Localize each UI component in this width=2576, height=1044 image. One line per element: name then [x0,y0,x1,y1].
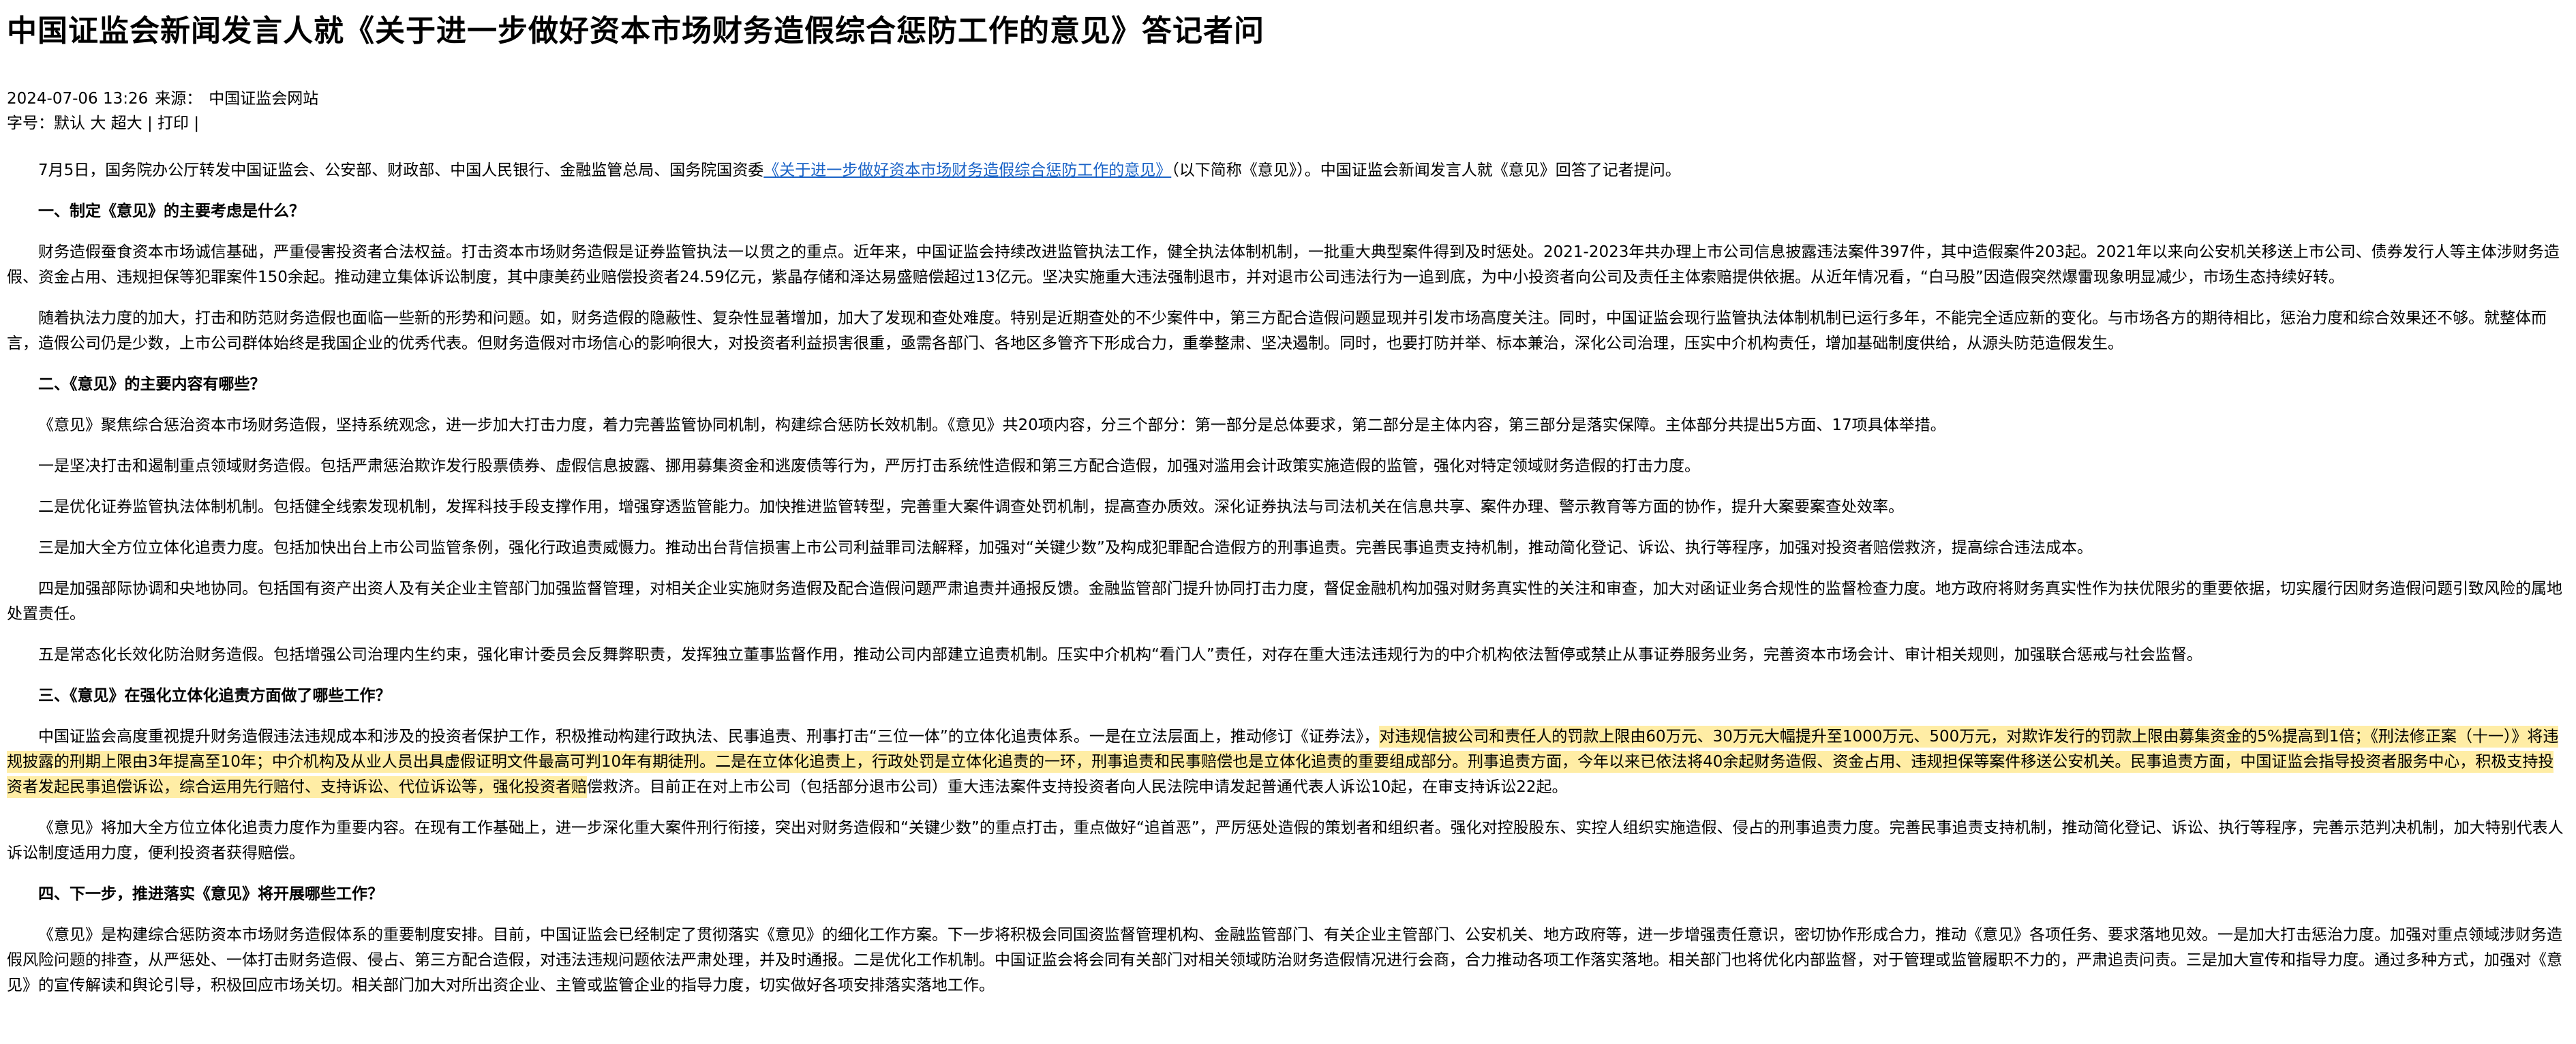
date-source-line: 2024-07-06 13:26 来源： 中国证监会网站 [7,86,2569,112]
publish-date: 2024-07-06 13:26 [7,90,149,108]
paragraph: 四是加强部际协调和央地协同。包括国有资产出资人及有关企业主管部门加强监督管理，对… [7,580,2562,623]
section-heading: 二、《意见》的主要内容有哪些？ [38,375,266,393]
paragraph: 《意见》聚焦综合惩治资本市场财务造假，坚持系统观念，进一步加大打击力度，着力完善… [38,416,1946,434]
paragraph: 一是坚决打击和遏制重点领域财务造假。包括严肃惩治欺诈发行股票债券、虚假信息披露、… [38,457,1700,475]
paragraph-text: 中国证监会高度重视提升财务造假违法违规成本和涉及的投资者保护工作，积极推动构建行… [38,728,1380,746]
policy-document-link[interactable]: 《关于进一步做好资本市场财务造假综合惩防工作的意见》 [763,162,1171,179]
paragraph-text: 偿救济。目前正在对上市公司（包括部分退市公司）重大违法案件支持投资者向人民法院申… [587,778,1568,796]
paragraph: 财务造假蚕食资本市场诚信基础，严重侵害投资者合法权益。打击资本市场财务造假是证券… [7,243,2560,286]
page-title: 中国证监会新闻发言人就《关于进一步做好资本市场财务造假综合惩防工作的意见》答记者… [7,14,1264,48]
source-label: 来源： [155,90,202,108]
article-page: 中国证监会新闻发言人就《关于进一步做好资本市场财务造假综合惩防工作的意见》答记者… [0,0,2576,998]
article-meta: 2024-07-06 13:26 来源： 中国证监会网站 [7,86,2569,112]
section-heading: 四、下一步，推进落实《意见》将开展哪些工作？ [38,885,383,903]
section-heading: 一、制定《意见》的主要考虑是什么？ [38,202,305,220]
paragraph: 7月5日，国务院办公厅转发中国证监会、公安部、财政部、中国人民银行、金融监管总局… [7,158,2569,183]
separator: | [194,114,200,132]
paragraph: 随着执法力度的加大，打击和防范财务造假也面临一些新的形势和问题。如，财务造假的隐… [7,309,2547,352]
font-large-button[interactable]: 大 [90,114,106,132]
paragraph: 三是加大全方位立体化追责力度。包括加快出台上市公司监管条例，强化行政追责威慑力。… [38,539,2093,557]
font-size-label: 字号： [7,114,54,132]
print-button[interactable]: 打印 [157,114,189,132]
source-name: 中国证监会网站 [209,90,319,108]
article-body: 7月5日，国务院办公厅转发中国证监会、公安部、财政部、中国人民银行、金融监管总局… [7,158,2569,998]
paragraph-text: （以下简称《意见》）。中国证监会新闻发言人就《意见》回答了记者提问。 [1171,162,1681,179]
font-xlarge-button[interactable]: 超大 [111,114,142,132]
separator: | [147,114,153,132]
font-size-controls: 字号：默认 大 超大 | 打印 | [7,112,2569,135]
paragraph: 二是优化证券监管执法体制机制。包括健全线索发现机制，发挥科技手段支撑作用，增强穿… [38,498,1904,516]
font-default-button[interactable]: 默认 [54,114,85,132]
paragraph: 五是常态化长效化防治财务造假。包括增强公司治理内生约束，强化审计委员会反舞弊职责… [38,646,2202,664]
paragraph-text: 7月5日，国务院办公厅转发中国证监会、公安部、财政部、中国人民银行、金融监管总局… [38,162,764,179]
paragraph: 《意见》将加大全方位立体化追责力度作为重要内容。在现有工作基础上，进一步深化重大… [7,819,2564,862]
paragraph: 《意见》是构建综合惩防资本市场财务造假体系的重要制度安排。目前，中国证监会已经制… [7,926,2562,994]
paragraph: 中国证监会高度重视提升财务造假违法违规成本和涉及的投资者保护工作，积极推动构建行… [7,724,2569,800]
section-heading: 三、《意见》在强化立体化追责方面做了哪些工作？ [38,687,391,705]
